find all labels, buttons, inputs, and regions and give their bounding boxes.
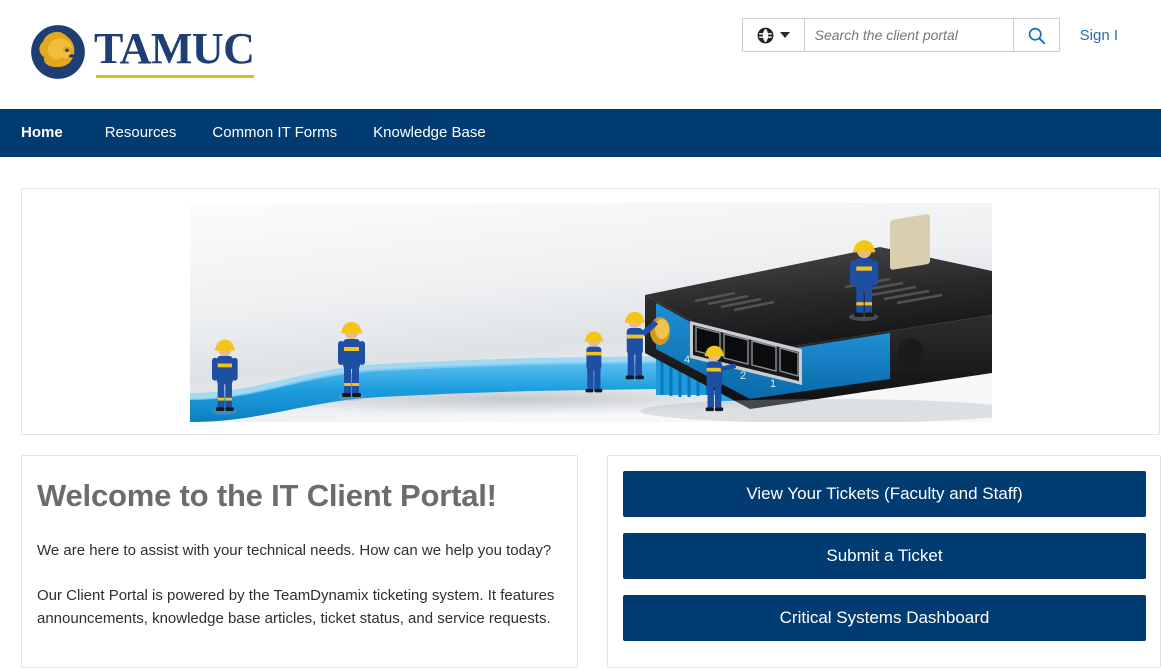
nav-item-resources[interactable]: Resources (87, 109, 195, 157)
nav-item-common-it-forms[interactable]: Common IT Forms (194, 109, 355, 157)
search-group (741, 18, 1060, 52)
nav-item-knowledge-base[interactable]: Knowledge Base (355, 109, 504, 157)
svg-text:1: 1 (770, 378, 776, 390)
page-content: 4 3 2 1 (0, 188, 1161, 668)
submit-a-ticket-button[interactable]: Submit a Ticket (623, 533, 1146, 579)
lower-content-row: Welcome to the IT Client Portal! We are … (21, 455, 1161, 668)
page-title: Welcome to the IT Client Portal! (37, 478, 497, 513)
logo-wordmark-block: TAMUC (94, 23, 255, 78)
quick-actions-card: View Your Tickets (Faculty and Staff) Su… (607, 455, 1161, 668)
banner-illustration: 4 3 2 1 (190, 203, 992, 422)
chevron-down-icon (779, 32, 790, 38)
globe-icon (757, 27, 774, 43)
search-icon (1028, 27, 1045, 44)
search-submit-button[interactable] (1012, 19, 1059, 51)
welcome-paragraph-2: Our Client Portal is powered by the Team… (37, 586, 555, 627)
header-search-area: Sign I (741, 18, 1118, 52)
logo-wordmark: TAMUC (94, 23, 255, 73)
nav-item-home[interactable]: Home (21, 109, 87, 157)
search-input[interactable] (804, 19, 1013, 51)
main-navigation: Home Resources Common IT Forms Knowledge… (0, 109, 1161, 157)
sign-in-link[interactable]: Sign I (1080, 27, 1118, 44)
welcome-card: Welcome to the IT Client Portal! We are … (21, 455, 578, 668)
lion-head-logo-icon (31, 25, 85, 79)
banner-card: 4 3 2 1 (21, 188, 1160, 435)
site-logo[interactable]: TAMUC (30, 23, 255, 80)
view-your-tickets-button[interactable]: View Your Tickets (Faculty and Staff) (623, 471, 1146, 517)
critical-systems-dashboard-button[interactable]: Critical Systems Dashboard (623, 595, 1146, 641)
svg-text:4: 4 (684, 354, 690, 366)
welcome-paragraph-1: We are here to assist with your technica… (37, 541, 552, 559)
banner-image: 4 3 2 1 (190, 203, 992, 422)
search-scope-dropdown[interactable] (742, 19, 805, 51)
svg-text:2: 2 (740, 370, 746, 382)
logo-gold-rule (96, 74, 255, 78)
page-header: TAMUC Sign I (0, 0, 1161, 109)
